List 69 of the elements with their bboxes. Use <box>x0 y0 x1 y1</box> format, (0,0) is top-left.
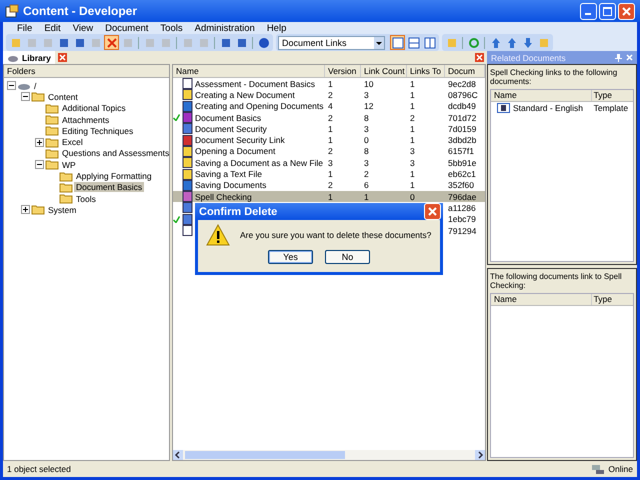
table-cell: 2 <box>328 146 333 156</box>
table-cell: 1 <box>410 78 415 89</box>
table-cell: 6157f1 <box>448 146 474 156</box>
table-cell: a11286 <box>448 202 476 213</box>
table-cell: 3 <box>364 90 369 100</box>
table-cell: 3 <box>364 124 369 134</box>
table-cell: Standard - English <box>513 103 583 113</box>
table-cell: 1 <box>410 124 415 134</box>
column-header: Folders <box>4 65 169 78</box>
table-cell: 3 <box>410 158 415 168</box>
table-cell: 7d0159 <box>448 124 476 134</box>
table-cell: Template <box>594 103 628 113</box>
table-cell: 8 <box>364 112 369 123</box>
table-cell: 5bb91e <box>448 158 476 168</box>
table-cell: 1 <box>364 192 369 202</box>
table-cell: 4 <box>328 101 333 112</box>
table-cell: 3dbd2b <box>448 135 476 146</box>
table-cell: Spell Checking <box>195 192 252 202</box>
table-cell: 2 <box>364 169 369 180</box>
table-cell: Assessment - Document Basics <box>195 78 315 89</box>
table-cell: 1 <box>328 169 333 180</box>
dialog-message: Are you sure you want to delete these documents? <box>240 230 432 240</box>
table-cell: 352f60 <box>448 180 474 190</box>
table-cell: 1 <box>328 192 333 202</box>
table-cell: 791294 <box>448 226 476 236</box>
table-cell: 1 <box>410 135 415 146</box>
table-cell: 10 <box>364 78 374 89</box>
table-cell: 1 <box>410 90 415 100</box>
table-cell: Creating a New Document <box>195 90 295 100</box>
table-cell: 08796C <box>448 90 478 100</box>
panel-caption: The following documents link to Spell Checking: <box>490 272 623 290</box>
table-cell: Saving Documents <box>195 180 266 190</box>
table-cell: 3 <box>410 146 415 156</box>
table-cell: 6 <box>364 180 369 190</box>
table-cell: Document Security <box>195 124 267 134</box>
table-cell: eb62c1 <box>448 169 476 180</box>
table-cell: Document Basics <box>195 112 262 123</box>
panel-caption: Spell Checking links to the following documents: <box>490 68 618 86</box>
table-cell: 12 <box>364 101 374 112</box>
table-cell: Document Security Link <box>195 135 285 146</box>
table-cell: 1 <box>328 78 333 89</box>
table-cell: 1 <box>328 135 333 146</box>
table-cell: 1 <box>328 124 333 134</box>
table-cell: Saving a Text File <box>195 169 262 180</box>
table-cell: 2 <box>410 112 415 123</box>
table-cell: 1ebc79 <box>448 214 476 224</box>
table-cell: 796dae <box>448 192 476 202</box>
dialog-title: Confirm Delete <box>199 206 278 218</box>
table-cell: 2 <box>328 90 333 100</box>
table-cell: 1 <box>410 180 415 190</box>
table-cell: 0 <box>364 135 369 146</box>
table-cell: 3 <box>328 158 333 168</box>
table-cell: 2 <box>328 180 333 190</box>
connection-status: Online <box>608 464 633 474</box>
table-cell: 1 <box>410 169 415 180</box>
table-cell: 1 <box>410 101 415 112</box>
table-cell: 701d72 <box>448 112 476 123</box>
table-cell: Saving a Document as a New File <box>195 158 324 168</box>
table-cell: 0 <box>410 192 415 202</box>
table-cell: Opening a Document <box>195 146 276 156</box>
status-text: 1 object selected <box>7 464 71 474</box>
table-cell: dcdb49 <box>448 101 476 112</box>
table-cell: 9ec2d8 <box>448 78 476 89</box>
table-cell: Creating and Opening Documents <box>195 101 324 112</box>
table-cell: 2 <box>328 112 333 123</box>
table-cell: 3 <box>364 158 369 168</box>
panel-title: Related Documents <box>491 52 567 62</box>
table-cell: 8 <box>364 146 369 156</box>
window-title: Content - Developer <box>23 4 138 18</box>
